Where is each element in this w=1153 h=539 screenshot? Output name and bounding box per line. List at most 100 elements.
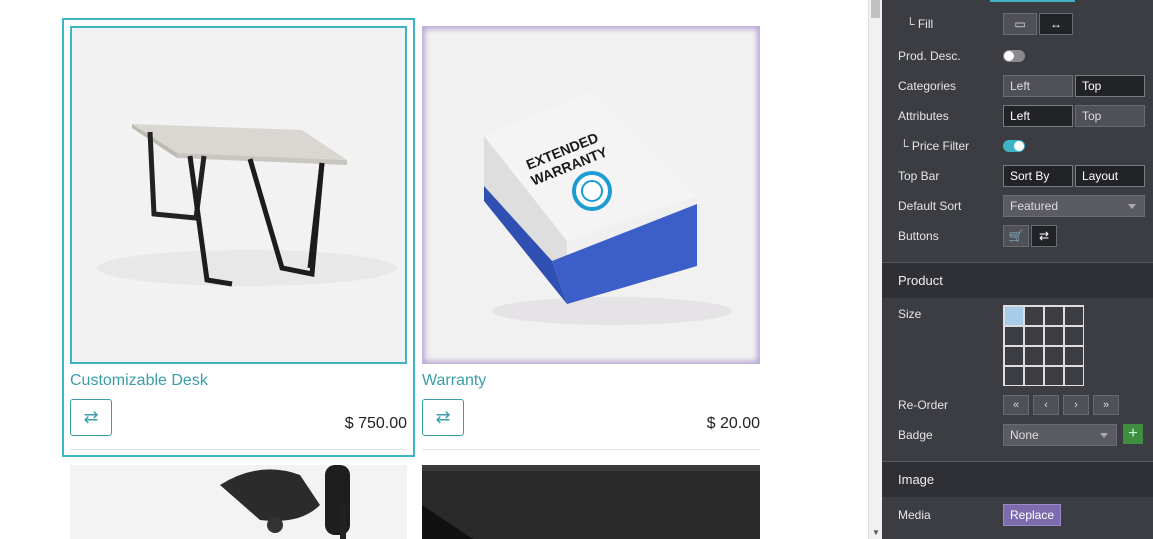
fill-box-icon: ▭ <box>1014 17 1026 31</box>
compare-button-desk[interactable]: ⇄ <box>70 399 112 436</box>
default-sort-controls: Featured <box>1003 195 1145 217</box>
size-cell[interactable] <box>1004 326 1024 346</box>
move-right-button[interactable]: › <box>1063 395 1089 415</box>
size-label: Size <box>898 307 922 321</box>
size-grid[interactable] <box>1003 305 1084 386</box>
image-section-header[interactable]: Image <box>882 461 1153 497</box>
size-cell[interactable] <box>1064 346 1084 366</box>
attributes-top-option[interactable]: Top <box>1075 105 1145 127</box>
categories-top-option[interactable]: Top <box>1075 75 1145 97</box>
image-section-title: Image <box>898 472 935 487</box>
size-cell[interactable] <box>1024 366 1044 386</box>
move-first-button[interactable]: « <box>1003 395 1029 415</box>
product-section-title: Product <box>898 273 943 288</box>
size-cell[interactable] <box>1044 326 1064 346</box>
size-cell[interactable] <box>1044 366 1064 386</box>
compare-button-toggle[interactable]: ⇄ <box>1031 225 1057 247</box>
size-cell[interactable] <box>1044 346 1064 366</box>
top-bar-row: Top Bar <box>898 165 939 187</box>
product-image-dark[interactable] <box>422 465 760 539</box>
plus-icon: + <box>1128 425 1138 442</box>
size-cell[interactable] <box>1064 366 1084 386</box>
size-cell[interactable] <box>1004 346 1024 366</box>
size-cell[interactable] <box>1004 306 1024 326</box>
attributes-label: Attributes <box>898 109 949 123</box>
default-sort-select[interactable]: Featured <box>1003 195 1145 217</box>
attributes-left-option[interactable]: Left <box>1003 105 1073 127</box>
categories-row: Categories <box>898 75 956 97</box>
attributes-row: Attributes <box>898 105 949 127</box>
size-cell[interactable] <box>1024 306 1044 326</box>
compare-icon: ⇄ <box>435 407 451 427</box>
size-cell[interactable] <box>1024 346 1044 366</box>
price-filter-controls <box>1003 140 1025 152</box>
compare-icon: ⇄ <box>1038 229 1050 243</box>
product-image-warranty[interactable]: EXTENDED WARRANTY <box>422 26 760 364</box>
active-tab-indicator <box>990 0 1075 2</box>
default-sort-row: Default Sort <box>898 195 961 217</box>
product-divider <box>70 449 407 450</box>
top-bar-controls: Sort By Layout <box>1003 165 1145 187</box>
scrollbar-thumb[interactable] <box>871 0 880 18</box>
reorder-controls: « ‹ › » <box>1003 395 1119 415</box>
size-cell[interactable] <box>1044 306 1064 326</box>
desk-illustration <box>97 124 397 287</box>
compare-icon: ⇄ <box>83 407 99 427</box>
price-filter-label: └ Price Filter <box>900 139 970 153</box>
categories-label: Categories <box>898 79 957 93</box>
fill-row: └ Fill <box>906 13 933 35</box>
replace-media-button[interactable]: Replace <box>1003 504 1062 526</box>
product-name-warranty[interactable]: Warranty <box>422 372 486 390</box>
move-last-button[interactable]: » <box>1093 395 1119 415</box>
fill-off-button[interactable]: ▭ <box>1003 13 1037 35</box>
move-left-button[interactable]: ‹ <box>1033 395 1059 415</box>
categories-left-option[interactable]: Left <box>1003 75 1073 97</box>
badge-select[interactable]: None <box>1003 424 1117 446</box>
website-editor: EXTENDED WARRANTY Customizable Desk Warr… <box>0 0 1153 539</box>
size-row: Size <box>898 303 921 325</box>
top-bar-label: Top Bar <box>898 169 940 183</box>
attributes-controls: Left Top <box>1003 105 1145 127</box>
prod-desc-row: Prod. Desc. <box>898 45 961 67</box>
product-divider <box>422 449 760 450</box>
size-cell[interactable] <box>1024 326 1044 346</box>
fill-controls: ▭ ↔ <box>1003 13 1073 35</box>
price-filter-toggle[interactable] <box>1003 140 1025 152</box>
size-cell[interactable] <box>1064 306 1084 326</box>
prod-desc-toggle[interactable] <box>1003 50 1025 62</box>
chevron-down-icon <box>1128 204 1136 209</box>
size-cell[interactable] <box>1064 326 1084 346</box>
buttons-controls: 🛒 ⇄ <box>1003 225 1057 247</box>
product-price-warranty: $ 20.00 <box>706 415 760 432</box>
badge-controls: None + <box>1003 424 1143 446</box>
top-bar-layout-option[interactable]: Layout <box>1075 165 1145 187</box>
product-image-chair[interactable] <box>70 465 407 539</box>
top-bar-sort-by-option[interactable]: Sort By <box>1003 165 1073 187</box>
buttons-row: Buttons <box>898 225 939 247</box>
categories-controls: Left Top <box>1003 75 1145 97</box>
product-name-desk[interactable]: Customizable Desk <box>70 372 208 390</box>
buttons-label: Buttons <box>898 229 939 243</box>
media-row: Media <box>898 504 931 526</box>
prod-desc-label: Prod. Desc. <box>898 49 961 63</box>
compare-button-warranty[interactable]: ⇄ <box>422 399 464 436</box>
fill-label: └ Fill <box>906 17 934 31</box>
shop-grid: EXTENDED WARRANTY Customizable Desk Warr… <box>0 0 868 539</box>
add-badge-button[interactable]: + <box>1123 424 1143 444</box>
page-scrollbar[interactable]: ▼ <box>868 0 882 539</box>
editor-options-panel: └ Fill ▭ ↔ Prod. Desc. Categories Left T… <box>882 0 1153 539</box>
product-section-header[interactable]: Product <box>882 262 1153 298</box>
fill-on-button[interactable]: ↔ <box>1039 13 1073 35</box>
cart-button-toggle[interactable]: 🛒 <box>1003 225 1029 247</box>
warranty-box-illustration: EXTENDED WARRANTY <box>484 91 732 325</box>
default-sort-label: Default Sort <box>898 199 962 213</box>
product-image-desk[interactable] <box>70 26 407 364</box>
product-price-desk: $ 750.00 <box>344 415 407 432</box>
badge-label: Badge <box>898 428 933 442</box>
price-filter-row: └ Price Filter <box>900 135 969 157</box>
badge-value: None <box>1010 428 1039 442</box>
reorder-row: Re-Order <box>898 394 948 416</box>
size-cell[interactable] <box>1004 366 1024 386</box>
scroll-down-arrow-icon[interactable]: ▼ <box>872 528 880 537</box>
prod-desc-controls <box>1003 50 1025 62</box>
